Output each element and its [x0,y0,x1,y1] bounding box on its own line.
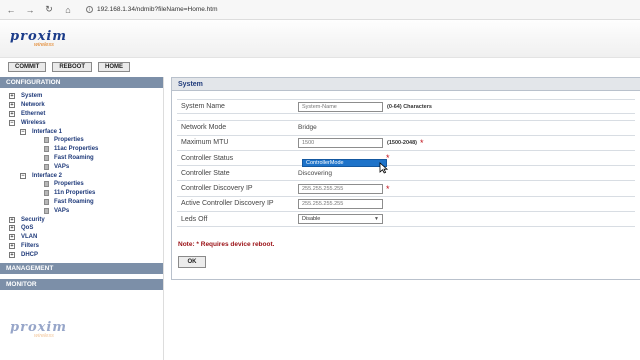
collapse-icon[interactable]: − [9,119,15,126]
page-icon [44,181,49,188]
page-icon [44,207,49,214]
section-monitor[interactable]: MONITOR [0,279,163,291]
sidebar-item-if2-properties[interactable]: Properties [0,180,163,189]
max-mtu-hint: (1500-2048) [387,139,417,146]
sidebar-item-if2-vaps[interactable]: VAPs [0,206,163,215]
max-mtu-input[interactable]: 1500 [298,137,383,148]
system-name-hint: (0-64) Characters [387,103,432,110]
network-mode-value: Bridge [298,124,317,132]
page-icon [44,163,49,170]
page-icon [44,190,49,197]
leds-off-select[interactable]: Disable ▼ [298,214,383,225]
row-controller-state: Controller State Discovering [177,166,635,182]
sidebar-item-interface-2[interactable]: − Interface 2 [0,171,163,180]
controller-state-label: Controller State [181,169,230,177]
expand-icon[interactable]: + [9,93,15,100]
mouse-cursor-icon [379,162,388,174]
sidebar-item-if2-11n-properties[interactable]: 11n Properties [0,189,163,198]
controller-status-label: Controller Status [181,154,234,162]
expand-icon[interactable]: + [9,242,15,249]
row-active-controller-ip: Active Controller Discovery IP 255.255.2… [177,196,635,213]
forward-icon[interactable]: → [25,5,35,15]
commit-button[interactable]: COMMIT [8,62,47,72]
row-controller-discovery-ip: Controller Discovery IP 255.255.255.255 … [177,181,635,197]
row-network-mode: Network Mode Bridge [177,120,635,136]
sidebar-item-security[interactable]: + Security [0,215,163,224]
network-mode-label: Network Mode [181,124,227,132]
row-max-mtu: Maximum MTU 1500 (1500-2048) * [177,135,635,151]
browser-toolbar: ← → ↻ ⌂ i 192.168.1.34/ndmib?fileName=Ho… [0,0,640,20]
sidebar: CONFIGURATION + System + Network + Ether… [0,77,164,360]
action-toolbar: COMMIT REBOOT HOME [8,62,130,72]
max-mtu-label: Maximum MTU [181,139,229,147]
page-header: proxim wireless [0,20,640,58]
row-system-name: System Name System-Name (0-64) Character… [177,99,635,115]
sidebar-item-filters[interactable]: + Filters [0,242,163,251]
system-name-label: System Name [181,103,225,111]
active-controller-ip-label: Active Controller Discovery IP [181,200,274,208]
page-icon [44,146,49,153]
sidebar-item-if1-fast-roaming[interactable]: Fast Roaming [0,154,163,163]
panel-title: System [172,78,640,91]
section-configuration[interactable]: CONFIGURATION [0,77,163,88]
sidebar-item-system[interactable]: + System [0,92,163,101]
back-icon[interactable]: ← [6,5,16,15]
controller-state-value: Discovering [298,169,332,177]
leds-off-label: Leds Off [181,215,208,223]
system-form: System Name System-Name (0-64) Character… [177,99,635,228]
sidebar-item-wireless[interactable]: − Wireless [0,118,163,127]
sidebar-item-vlan[interactable]: + VLAN [0,233,163,242]
expand-icon[interactable]: + [9,234,15,241]
page-icon [44,154,49,161]
sidebar-item-network[interactable]: + Network [0,101,163,110]
brand-logo: proxim wireless [10,29,67,48]
sidebar-item-qos[interactable]: + QoS [0,224,163,233]
page-icon [44,198,49,205]
address-bar[interactable]: i 192.168.1.34/ndmib?fileName=Home.htm [86,6,218,13]
ok-button[interactable]: OK [178,256,206,268]
collapse-icon[interactable]: − [20,128,26,135]
required-marker: * [419,137,424,148]
row-leds-off: Leds Off Disable ▼ [177,212,635,228]
url-text[interactable]: 192.168.1.34/ndmib?fileName=Home.htm [97,6,218,13]
expand-icon[interactable]: + [9,251,15,258]
sidebar-item-dhcp[interactable]: + DHCP [0,250,163,259]
leds-off-value: Disable [302,216,321,223]
active-controller-ip-input: 255.255.255.255 [298,198,383,209]
info-icon[interactable]: i [86,6,93,13]
sidebar-item-if2-fast-roaming[interactable]: Fast Roaming [0,198,163,207]
expand-icon[interactable]: + [9,110,15,117]
reboot-button[interactable]: REBOOT [52,62,92,72]
config-tree: + System + Network + Ethernet − Wireless… [0,88,163,261]
refresh-icon[interactable]: ↻ [44,4,54,15]
reboot-note: Note: * Requires device reboot. [178,241,275,248]
collapse-icon[interactable]: − [20,172,26,179]
chevron-down-icon: ▼ [374,216,379,223]
sidebar-item-ethernet[interactable]: + Ethernet [0,110,163,119]
sidebar-item-if1-11ac-properties[interactable]: 11ac Properties [0,145,163,154]
controller-mode-option[interactable]: ControllerMode [302,159,387,167]
expand-icon[interactable]: + [9,102,15,109]
system-panel: System System Name System-Name (0-64) Ch… [171,77,640,280]
sidebar-item-interface-1[interactable]: − Interface 1 [0,127,163,136]
row-controller-status: Controller Status * [177,150,635,167]
page-icon [44,137,49,144]
controller-discovery-ip-input[interactable]: 255.255.255.255 [298,183,383,194]
home-button[interactable]: HOME [98,62,130,72]
home-icon[interactable]: ⌂ [63,5,73,15]
system-name-input[interactable]: System-Name [298,101,383,112]
expand-icon[interactable]: + [9,216,15,223]
sidebar-item-if1-vaps[interactable]: VAPs [0,162,163,171]
controller-discovery-ip-label: Controller Discovery IP [181,185,253,193]
footer-logo: proxim wireless [10,320,67,339]
section-management[interactable]: MANAGEMENT [0,263,163,275]
expand-icon[interactable]: + [9,225,15,232]
sidebar-item-if1-properties[interactable]: Properties [0,136,163,145]
required-marker: * [386,183,390,194]
